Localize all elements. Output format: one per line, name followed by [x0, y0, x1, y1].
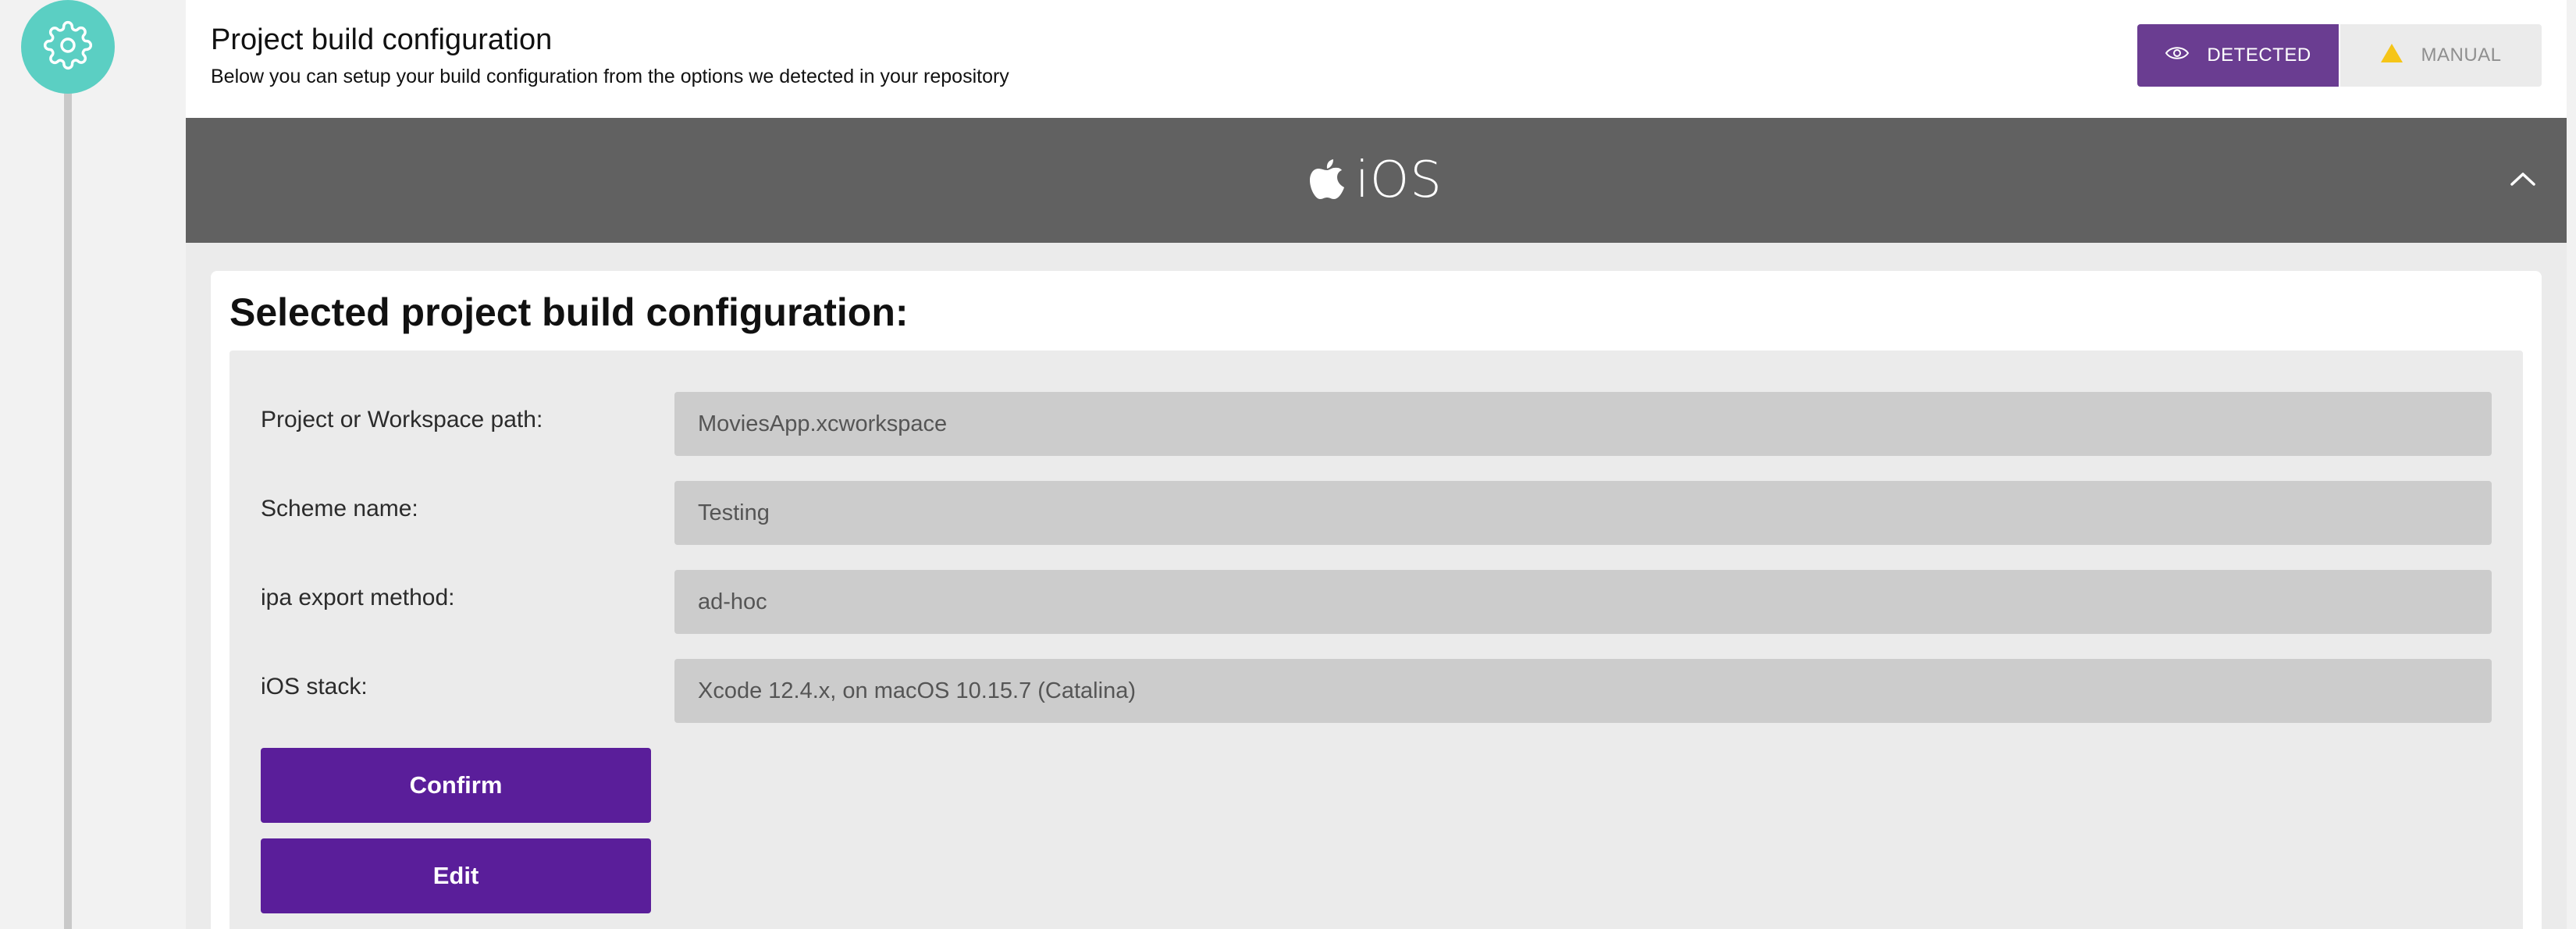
config-card: Selected project build configuration: Pr…	[211, 271, 2542, 929]
eye-icon	[2165, 44, 2190, 67]
export-method-field: ad-hoc	[674, 570, 2492, 634]
config-panel: Project or Workspace path: MoviesApp.xcw…	[229, 351, 2523, 929]
edit-button[interactable]: Edit	[261, 838, 651, 913]
section-header: Project build configuration Below you ca…	[186, 0, 2567, 118]
gear-icon	[43, 20, 93, 74]
page-subtitle: Below you can setup your build configura…	[211, 66, 1009, 87]
mode-toggle: DETECTED MANUAL	[2137, 24, 2542, 87]
platform-heading: iOS	[1310, 151, 1443, 209]
manual-mode-button[interactable]: MANUAL	[2340, 24, 2542, 87]
ios-stack-field: Xcode 12.4.x, on macOS 10.15.7 (Catalina…	[674, 659, 2492, 723]
confirm-button[interactable]: Confirm	[261, 748, 651, 823]
ios-stack-label: iOS stack:	[261, 674, 368, 699]
platform-banner[interactable]: iOS	[186, 118, 2567, 243]
detected-mode-button[interactable]: DETECTED	[2137, 24, 2339, 87]
project-path-label: Project or Workspace path:	[261, 407, 543, 432]
export-method-label: ipa export method:	[261, 585, 455, 610]
detected-mode-label: DETECTED	[2207, 44, 2311, 66]
apple-icon	[1310, 158, 1345, 204]
scheme-name-field: Testing	[674, 481, 2492, 545]
chevron-up-icon	[2510, 171, 2536, 190]
collapse-button[interactable]	[2504, 162, 2542, 199]
config-title: Selected project build configuration:	[229, 290, 909, 334]
platform-name: iOS	[1355, 151, 1443, 209]
warning-triangle-icon	[2380, 43, 2403, 69]
build-config-section: Project build configuration Below you ca…	[186, 0, 2567, 929]
page-title: Project build configuration	[211, 23, 553, 56]
scheme-name-label: Scheme name:	[261, 496, 418, 521]
step-indicator	[21, 0, 115, 94]
project-path-field: MoviesApp.xcworkspace	[674, 392, 2492, 456]
manual-mode-label: MANUAL	[2421, 44, 2502, 66]
step-rail-line	[64, 62, 72, 929]
